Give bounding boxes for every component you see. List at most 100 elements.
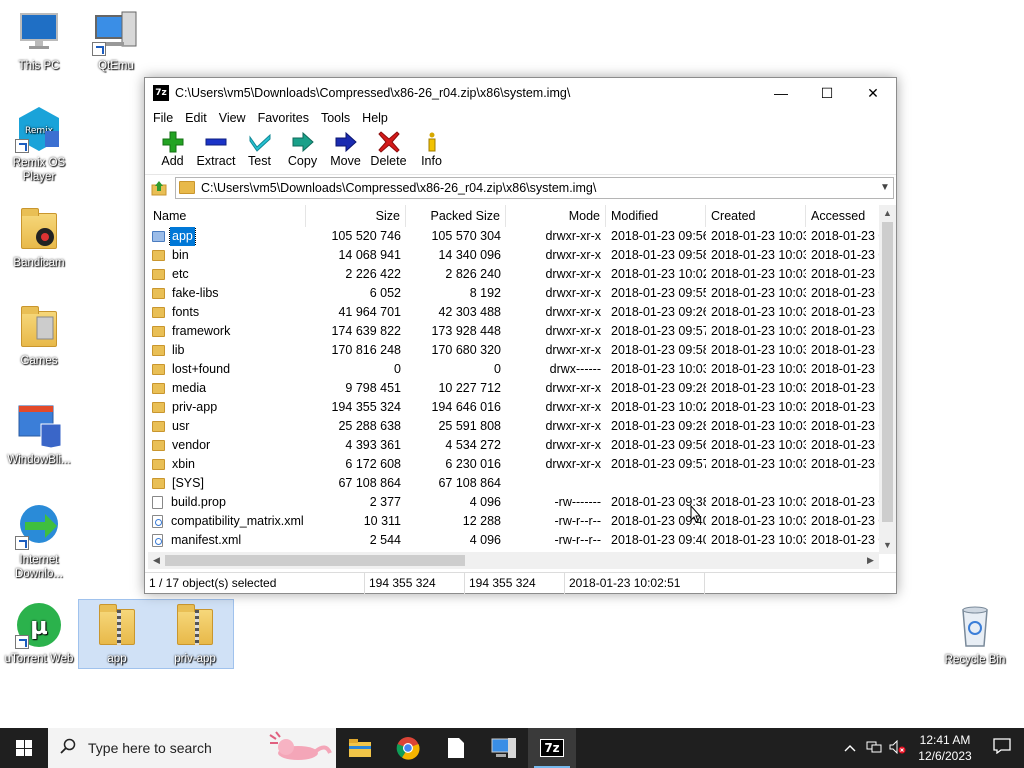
table-row[interactable]: lib 170 816 248 170 680 320 drwxr-xr-x 2018-… bbox=[148, 341, 896, 360]
horizontal-scroll-thumb[interactable] bbox=[165, 555, 465, 566]
file-name: manifest.xml bbox=[171, 533, 242, 547]
menu-file[interactable]: File bbox=[147, 111, 179, 125]
column-header-mode[interactable]: Mode bbox=[506, 205, 606, 227]
table-row[interactable]: app 105 520 746 105 570 304 drwxr-xr-x 2018-… bbox=[148, 227, 896, 246]
table-row[interactable]: priv-app 194 355 324 194 646 016 drwxr-xr-x… bbox=[148, 398, 896, 417]
taskbar-document[interactable] bbox=[432, 728, 480, 768]
window-title: C:\Users\vm5\Downloads\Compressed\x86-26… bbox=[175, 86, 571, 100]
close-button[interactable]: ✕ bbox=[850, 78, 896, 108]
desktop-icon-priv-app-folder[interactable]: priv-app bbox=[156, 601, 234, 666]
menu-tools[interactable]: Tools bbox=[315, 111, 356, 125]
minus-icon bbox=[204, 130, 228, 154]
table-row[interactable]: framework 174 639 822 173 928 448 drwxr-xr-… bbox=[148, 322, 896, 341]
table-row[interactable]: fake-libs 6 052 8 192 drwxr-xr-x 2018-01-23 … bbox=[148, 284, 896, 303]
toolbar: Add Extract Test Copy Move Delete Info bbox=[145, 128, 896, 174]
title-bar[interactable]: 7z C:\Users\vm5\Downloads\Compressed\x86… bbox=[145, 78, 896, 108]
scroll-down-icon[interactable]: ▼ bbox=[879, 537, 896, 554]
path-combobox[interactable]: C:\Users\vm5\Downloads\Compressed\x86-26… bbox=[175, 176, 894, 199]
vertical-scroll-thumb[interactable] bbox=[882, 222, 893, 522]
file-name: build.prop bbox=[171, 495, 226, 509]
desktop-icon-remix-os-player[interactable]: Remix Remix OS Player bbox=[0, 105, 78, 184]
column-header-accessed[interactable]: Accessed bbox=[806, 205, 880, 227]
file-name: fake-libs bbox=[172, 286, 219, 300]
table-row[interactable]: fonts 41 964 701 42 303 488 drwxr-xr-x 2018-… bbox=[148, 303, 896, 322]
menu-help[interactable]: Help bbox=[356, 111, 394, 125]
file-name: [SYS] bbox=[172, 476, 204, 490]
desktop-icon-recycle-bin[interactable]: Recycle Bin bbox=[936, 602, 1014, 667]
delete-button[interactable]: Delete bbox=[367, 130, 410, 168]
menu-edit[interactable]: Edit bbox=[179, 111, 213, 125]
table-row[interactable]: [SYS] 67 108 864 67 108 864 bbox=[148, 474, 896, 493]
desktop-icon-this-pc[interactable]: This PC bbox=[0, 8, 78, 73]
table-row[interactable]: etc 2 226 422 2 826 240 drwxr-xr-x 2018-01-2… bbox=[148, 265, 896, 284]
remote-desktop-icon bbox=[491, 738, 516, 758]
remix-os-icon: Remix bbox=[15, 105, 63, 153]
vertical-scrollbar[interactable]: ▲ ▼ bbox=[879, 205, 896, 554]
shortcut-arrow-icon bbox=[15, 536, 29, 550]
taskbar-search-box[interactable]: Type here to search bbox=[48, 728, 336, 768]
add-button[interactable]: Add bbox=[151, 130, 194, 168]
cell-modified: 2018-01-23 09:58 bbox=[611, 248, 706, 262]
list-header: Name Size Packed Size Mode Modified Crea… bbox=[148, 205, 896, 227]
desktop-icon-windowblinds[interactable]: WindowBli... bbox=[0, 402, 78, 467]
network-icon[interactable] bbox=[862, 740, 886, 757]
maximize-button[interactable]: ☐ bbox=[804, 78, 850, 108]
column-header-packed-size[interactable]: Packed Size bbox=[406, 205, 506, 227]
cell-size: 67 108 864 bbox=[338, 476, 401, 490]
minimize-button[interactable]: — bbox=[758, 78, 804, 108]
horizontal-scrollbar[interactable]: ◀ ▶ bbox=[148, 552, 879, 569]
cell-accessed: 2018-01-23 0 bbox=[811, 286, 880, 300]
copy-button[interactable]: Copy bbox=[281, 130, 324, 168]
menu-favorites[interactable]: Favorites bbox=[252, 111, 315, 125]
desktop-icon-qtemu[interactable]: QtEmu bbox=[77, 8, 155, 73]
status-packed-size: 194 355 324 bbox=[465, 572, 565, 594]
check-icon bbox=[248, 130, 272, 154]
cell-mode: drwxr-xr-x bbox=[545, 400, 601, 414]
cell-name: lib bbox=[148, 341, 306, 360]
volume-muted-icon[interactable] bbox=[886, 739, 910, 757]
chevron-down-icon[interactable]: ▼ bbox=[877, 182, 893, 193]
start-button[interactable] bbox=[0, 728, 48, 768]
scroll-right-icon[interactable]: ▶ bbox=[862, 552, 879, 569]
taskbar-7zip[interactable]: 7z bbox=[528, 728, 576, 768]
chevron-up-icon[interactable] bbox=[838, 741, 862, 755]
scroll-left-icon[interactable]: ◀ bbox=[148, 552, 165, 569]
taskbar-remote-desktop[interactable] bbox=[480, 728, 528, 768]
folder-icon bbox=[152, 364, 165, 375]
taskbar-chrome[interactable] bbox=[384, 728, 432, 768]
column-header-modified[interactable]: Modified bbox=[606, 205, 706, 227]
table-row[interactable]: xbin 6 172 608 6 230 016 drwxr-xr-x 2018-01-… bbox=[148, 455, 896, 474]
desktop-icon-utorrent-web[interactable]: µ uTorrent Web bbox=[0, 601, 78, 666]
table-row[interactable]: media 9 798 451 10 227 712 drwxr-xr-x 2018-0… bbox=[148, 379, 896, 398]
table-row[interactable]: compatibility_matrix.xml 10 311 12 288 -rw-… bbox=[148, 512, 896, 531]
test-button[interactable]: Test bbox=[238, 130, 281, 168]
folder-icon bbox=[152, 307, 165, 318]
table-row[interactable]: manifest.xml 2 544 4 096 -rw-r--r-- 2018-01-… bbox=[148, 531, 896, 550]
desktop-icon-games[interactable]: Games bbox=[0, 303, 78, 368]
scroll-up-icon[interactable]: ▲ bbox=[879, 205, 896, 222]
test-label: Test bbox=[248, 154, 271, 168]
extract-button[interactable]: Extract bbox=[194, 130, 238, 168]
cell-name: etc bbox=[148, 265, 306, 284]
taskbar-clock[interactable]: 12:41 AM 12/6/2023 bbox=[910, 732, 980, 764]
info-button[interactable]: Info bbox=[410, 130, 453, 168]
path-input[interactable]: C:\Users\vm5\Downloads\Compressed\x86-26… bbox=[201, 181, 877, 195]
desktop-icon-app-folder[interactable]: app bbox=[78, 601, 156, 666]
table-row[interactable]: usr 25 288 638 25 591 808 drwxr-xr-x 2018-01… bbox=[148, 417, 896, 436]
cell-packed-size: 4 096 bbox=[469, 533, 501, 547]
table-row[interactable]: vendor 4 393 361 4 534 272 drwxr-xr-x 2018-0… bbox=[148, 436, 896, 455]
menu-view[interactable]: View bbox=[213, 111, 252, 125]
move-button[interactable]: Move bbox=[324, 130, 367, 168]
notification-center-icon[interactable] bbox=[980, 737, 1024, 759]
column-header-size[interactable]: Size bbox=[306, 205, 406, 227]
table-row[interactable]: build.prop 2 377 4 096 -rw------- 2018-01-23… bbox=[148, 493, 896, 512]
table-row[interactable]: bin 14 068 941 14 340 096 drwxr-xr-x 2018-01… bbox=[148, 246, 896, 265]
desktop-icon-bandicam[interactable]: Bandicam bbox=[0, 205, 78, 270]
up-folder-button[interactable] bbox=[149, 178, 169, 198]
taskbar-file-explorer[interactable] bbox=[336, 728, 384, 768]
column-header-created[interactable]: Created bbox=[706, 205, 806, 227]
cell-name: compatibility_matrix.xml bbox=[148, 512, 306, 531]
table-row[interactable]: lost+found 0 0 drwx------ 2018-01-23 10:03 20… bbox=[148, 360, 896, 379]
desktop-icon-internet-download-manager[interactable]: Internet Downlo... bbox=[0, 502, 78, 581]
column-header-name[interactable]: Name bbox=[148, 205, 306, 227]
